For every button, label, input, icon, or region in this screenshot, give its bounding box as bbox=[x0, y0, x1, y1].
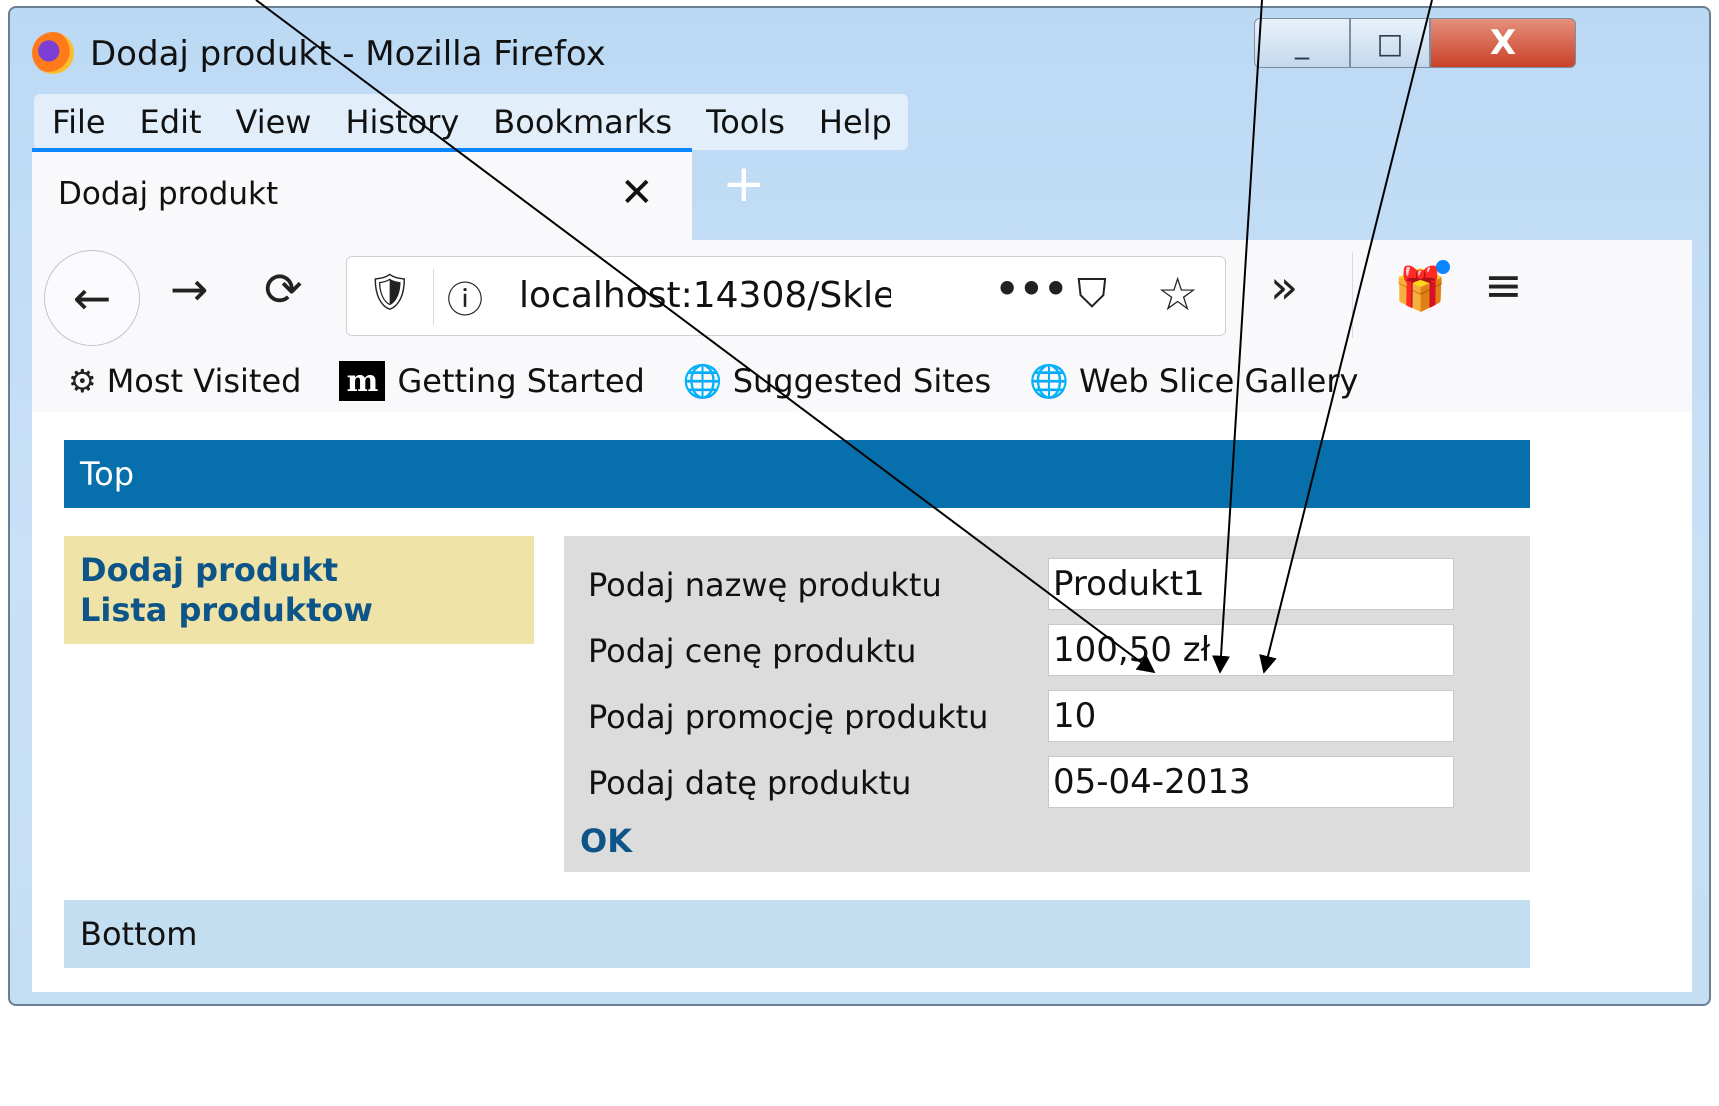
bookmark-suggested-sites[interactable]: 🌐 Suggested Sites bbox=[683, 362, 991, 400]
menu-bar: File Edit View History Bookmarks Tools H… bbox=[34, 94, 908, 150]
promotion-input[interactable] bbox=[1048, 690, 1454, 742]
bookmark-label: Most Visited bbox=[106, 362, 302, 400]
bookmarks-toolbar: ⚙ Most Visited m Getting Started 🌐 Sugge… bbox=[32, 350, 1692, 413]
price-input[interactable] bbox=[1048, 624, 1454, 676]
site-info-icon[interactable]: ⓘ bbox=[447, 271, 483, 323]
bottom-banner: Bottom bbox=[64, 900, 1530, 968]
tab-dodaj-produkt[interactable]: Dodaj produkt ✕ bbox=[32, 148, 692, 240]
form-row-price: Podaj cenę produktu bbox=[588, 624, 1528, 678]
forward-button[interactable]: → bbox=[170, 262, 209, 316]
menu-file[interactable]: File bbox=[52, 103, 106, 141]
form-row-promotion: Podaj promocję produktu bbox=[588, 690, 1528, 744]
menu-edit[interactable]: Edit bbox=[140, 103, 202, 141]
new-tab-button[interactable]: + bbox=[722, 154, 766, 214]
firefox-logo-icon bbox=[32, 32, 74, 74]
title-bar: Dodaj produkt - Mozilla Firefox _ □ X bbox=[10, 8, 1709, 98]
window-title: Dodaj produkt - Mozilla Firefox bbox=[90, 34, 606, 74]
promotion-label: Podaj promocję produktu bbox=[588, 698, 989, 736]
url-text[interactable]: localhost:14308/Sklep bbox=[519, 275, 891, 316]
name-label: Podaj nazwę produktu bbox=[588, 566, 942, 604]
toolbar-divider bbox=[1352, 252, 1353, 338]
notification-dot bbox=[1436, 260, 1450, 274]
globe-icon: 🌐 bbox=[682, 362, 723, 400]
menu-link-lista-produktow[interactable]: Lista produktow bbox=[80, 590, 518, 630]
menu-history[interactable]: History bbox=[345, 103, 459, 141]
mdn-icon: m bbox=[339, 361, 386, 401]
form-row-name: Podaj nazwę produktu bbox=[588, 558, 1528, 612]
tracking-shield-icon[interactable]: 🛡 bbox=[367, 271, 413, 313]
globe-icon: 🌐 bbox=[1029, 362, 1069, 400]
menu-link-dodaj-produkt[interactable]: Dodaj produkt bbox=[80, 550, 518, 590]
page-content: Top Dodaj produkt Lista produktow Podaj … bbox=[32, 412, 1692, 992]
bookmark-star-icon[interactable]: ☆ bbox=[1157, 267, 1198, 321]
url-separator bbox=[433, 269, 434, 325]
price-label: Podaj cenę produktu bbox=[588, 632, 917, 670]
pocket-icon[interactable]: ⛉ bbox=[1077, 271, 1107, 317]
close-window-button[interactable]: X bbox=[1430, 18, 1576, 68]
date-label: Podaj datę produktu bbox=[588, 764, 912, 802]
bookmark-web-slice-gallery[interactable]: 🌐 Web Slice Gallery bbox=[1029, 362, 1358, 400]
form-row-date: Podaj datę produktu bbox=[588, 756, 1528, 810]
side-menu: Dodaj produkt Lista produktow bbox=[64, 536, 534, 644]
browser-window: Dodaj produkt - Mozilla Firefox _ □ X Fi… bbox=[8, 6, 1711, 1006]
name-input[interactable] bbox=[1048, 558, 1454, 610]
menu-tools[interactable]: Tools bbox=[706, 103, 785, 141]
bookmark-label: Getting Started bbox=[397, 362, 645, 400]
tab-title: Dodaj produkt bbox=[58, 176, 279, 212]
menu-bookmarks[interactable]: Bookmarks bbox=[493, 103, 672, 141]
bookmark-label: Web Slice Gallery bbox=[1078, 362, 1359, 400]
back-button[interactable]: ← bbox=[44, 250, 140, 346]
bookmark-getting-started[interactable]: m Getting Started bbox=[339, 361, 645, 401]
top-banner: Top bbox=[64, 440, 1530, 508]
menu-view[interactable]: View bbox=[236, 103, 312, 141]
date-input[interactable] bbox=[1048, 756, 1454, 808]
gear-icon: ⚙ bbox=[68, 362, 97, 400]
product-form: Podaj nazwę produktu Podaj cenę produktu… bbox=[564, 536, 1530, 872]
minimize-button[interactable]: _ bbox=[1254, 18, 1350, 68]
maximize-button[interactable]: □ bbox=[1350, 18, 1430, 68]
hamburger-menu-icon[interactable]: ≡ bbox=[1484, 258, 1523, 312]
overflow-button[interactable]: » bbox=[1270, 260, 1298, 314]
bookmark-label: Suggested Sites bbox=[732, 362, 992, 400]
reload-button[interactable]: ⟳ bbox=[264, 262, 303, 316]
ok-submit-link[interactable]: OK bbox=[580, 822, 632, 860]
url-bar[interactable]: 🛡 ⓘ localhost:14308/Sklep ••• ⛉ ☆ bbox=[346, 256, 1226, 336]
bookmark-most-visited[interactable]: ⚙ Most Visited bbox=[68, 362, 301, 400]
menu-help[interactable]: Help bbox=[819, 103, 892, 141]
navigation-toolbar: ← → ⟳ 🛡 ⓘ localhost:14308/Sklep ••• ⛉ ☆ … bbox=[32, 240, 1692, 350]
tab-strip: Dodaj produkt ✕ + bbox=[32, 148, 1692, 240]
page-actions-button[interactable]: ••• bbox=[995, 267, 1068, 311]
tab-close-icon[interactable]: ✕ bbox=[620, 170, 654, 216]
